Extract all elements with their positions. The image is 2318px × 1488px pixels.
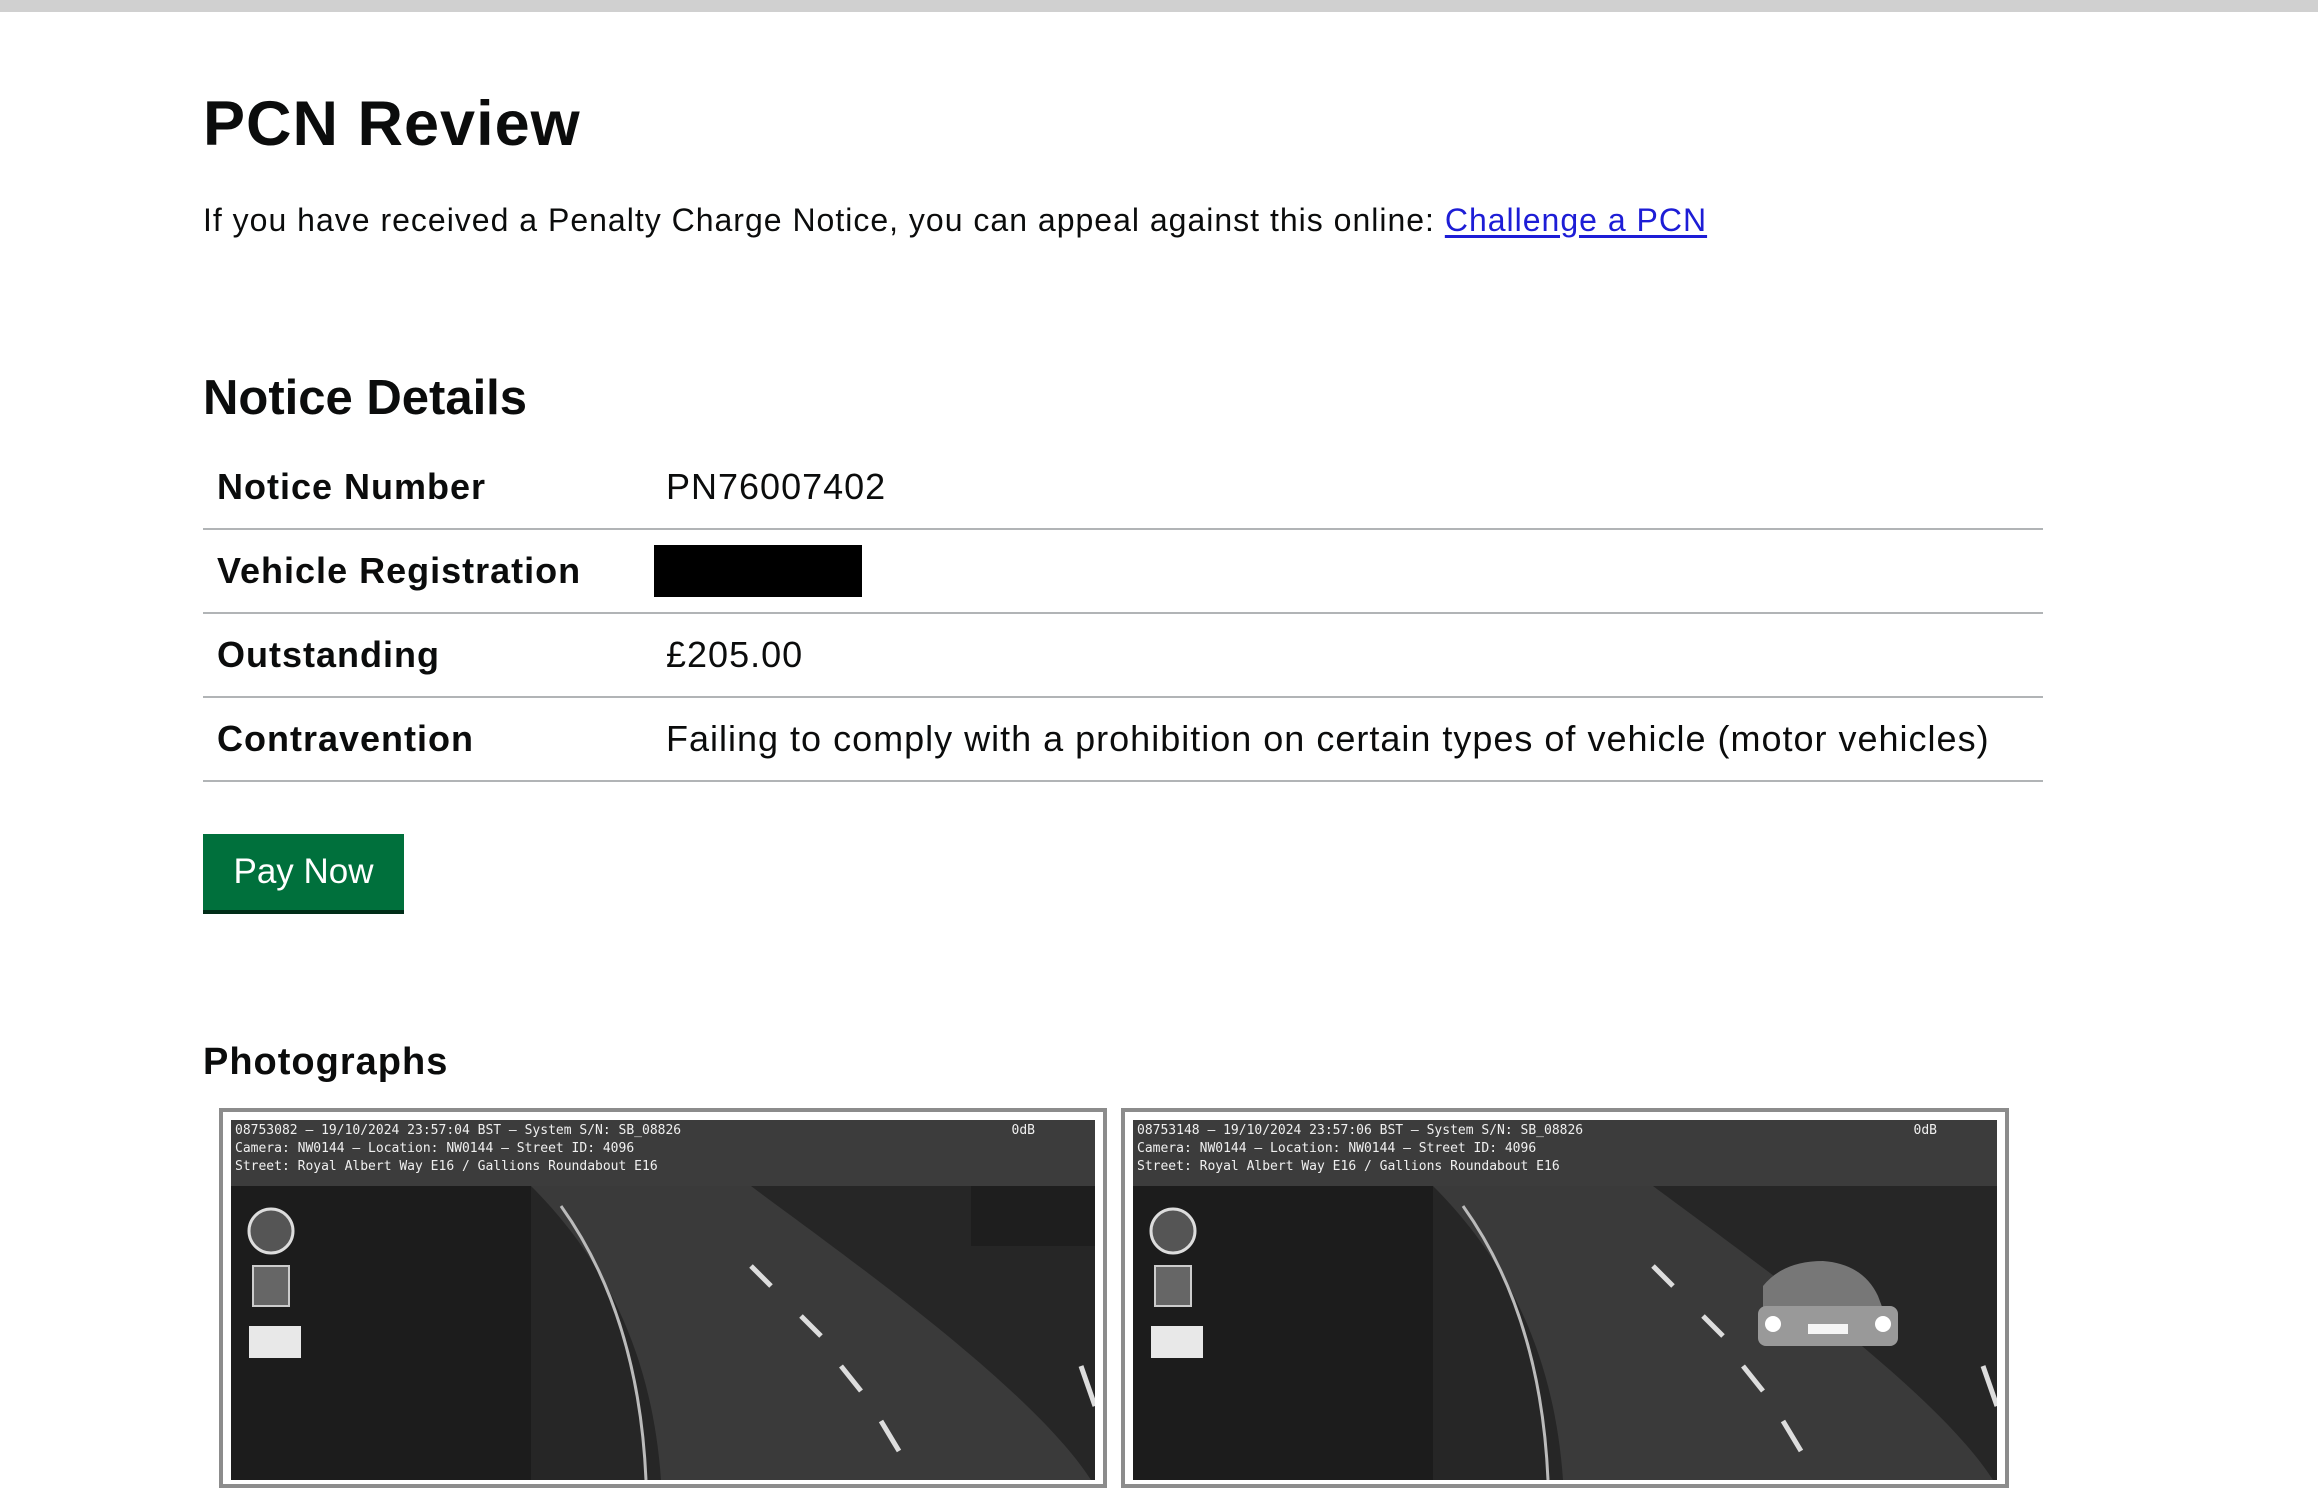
photo-db-label: 0dB — [1011, 1123, 1035, 1138]
contravention-value: Failing to comply with a prohibition on … — [666, 718, 1990, 759]
challenge-pcn-link[interactable]: Challenge a PCN — [1445, 202, 1707, 238]
table-row: Notice Number PN76007402 — [203, 445, 2043, 529]
pay-now-button[interactable]: Pay Now — [203, 834, 404, 910]
top-border — [0, 0, 2318, 12]
page-title: PCN Review — [203, 89, 581, 159]
notice-number-value: PN76007402 — [666, 465, 887, 507]
photo-caption: 08753148 — 19/10/2024 23:57:06 BST — Sys… — [1133, 1120, 1997, 1186]
photo-caption-line: Camera: NW0144 — Location: NW0144 — Stre… — [1137, 1141, 1537, 1156]
notice-details-heading: Notice Details — [203, 371, 528, 425]
photo-thumbnail-2[interactable]: 08753148 — 19/10/2024 23:57:06 BST — Sys… — [1121, 1108, 2009, 1488]
camera-photo: 08753148 — 19/10/2024 23:57:06 BST — Sys… — [1133, 1120, 1997, 1480]
intro-text: If you have received a Penalty Charge No… — [203, 202, 1445, 238]
redaction-block — [654, 545, 862, 597]
photographs-heading: Photographs — [203, 1041, 449, 1083]
road-scene-image — [1133, 1186, 1997, 1480]
contravention-label: Contravention — [217, 718, 475, 759]
photo-db-label: 0dB — [1913, 1123, 1937, 1138]
vehicle-registration-value — [654, 529, 2043, 613]
road-scene-image — [231, 1186, 1095, 1480]
photo-caption-line: 08753148 — 19/10/2024 23:57:06 BST — Sys… — [1137, 1123, 1584, 1138]
photo-thumbnail-1[interactable]: 08753082 — 19/10/2024 23:57:04 BST — Sys… — [219, 1108, 1107, 1488]
table-row: Contravention Failing to comply with a p… — [203, 697, 2043, 781]
outstanding-value: £205.00 — [666, 634, 804, 675]
camera-photo: 08753082 — 19/10/2024 23:57:04 BST — Sys… — [231, 1120, 1095, 1480]
notice-details-table: Notice Number PN76007402 Vehicle Registr… — [203, 445, 2043, 782]
photo-caption-line: Street: Royal Albert Way E16 / Gallions … — [1137, 1159, 1560, 1174]
vehicle-registration-label: Vehicle Registration — [217, 550, 582, 591]
photo-caption-line: Street: Royal Albert Way E16 / Gallions … — [235, 1159, 658, 1174]
notice-number-label: Notice Number — [217, 465, 487, 507]
photo-caption-line: 08753082 — 19/10/2024 23:57:04 BST — Sys… — [235, 1123, 682, 1138]
table-row: Vehicle Registration — [203, 529, 2043, 613]
table-row: Outstanding £205.00 — [203, 613, 2043, 697]
outstanding-label: Outstanding — [217, 634, 440, 675]
intro-paragraph: If you have received a Penalty Charge No… — [203, 202, 1707, 239]
photo-caption-line: Camera: NW0144 — Location: NW0144 — Stre… — [235, 1141, 635, 1156]
photo-caption: 08753082 — 19/10/2024 23:57:04 BST — Sys… — [231, 1120, 1095, 1186]
